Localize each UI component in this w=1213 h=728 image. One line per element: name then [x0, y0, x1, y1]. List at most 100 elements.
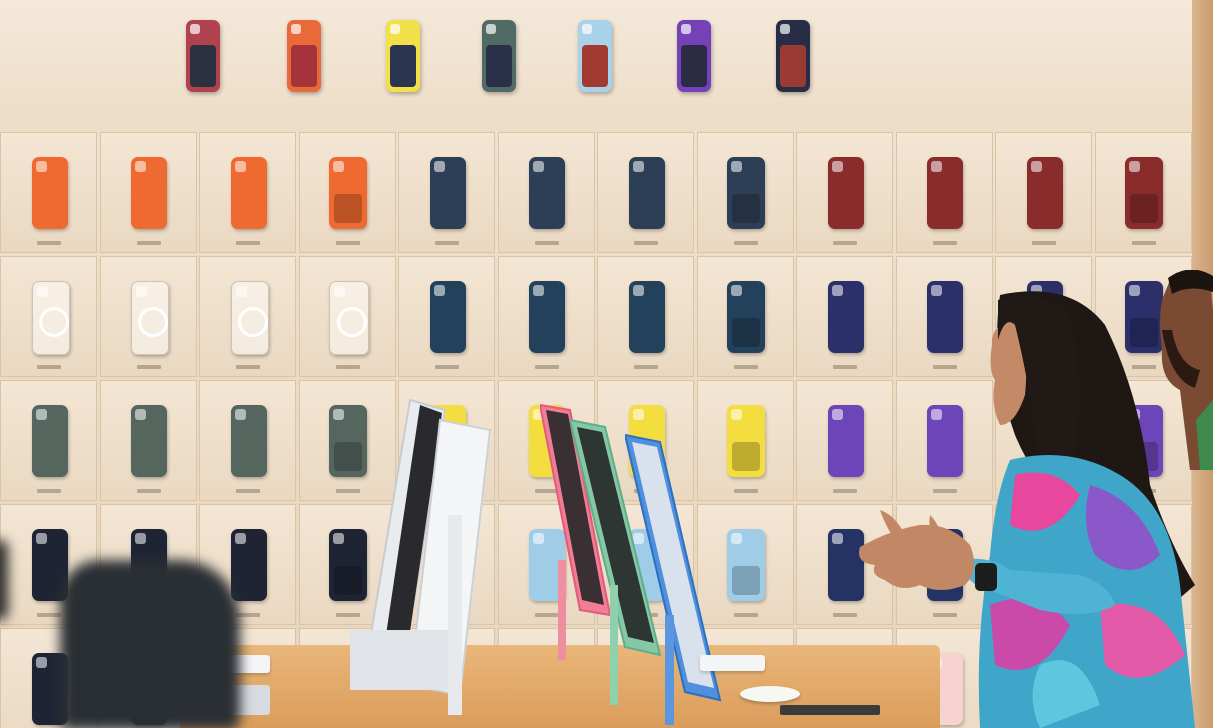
- camera-cutout: [731, 409, 742, 420]
- phone-case: [230, 405, 267, 477]
- camera-cutout: [390, 24, 400, 34]
- display-panel: [696, 132, 794, 253]
- camera-cutout: [35, 409, 47, 420]
- display-panel: [99, 380, 197, 501]
- top-phone-case: [482, 20, 516, 92]
- phone-case: [31, 157, 68, 229]
- phone-case: [131, 281, 169, 355]
- top-phone-case: [287, 20, 321, 92]
- phone-case: [31, 281, 70, 355]
- display-panel: [0, 132, 97, 253]
- price-tag: [37, 241, 61, 245]
- price-tag: [37, 489, 61, 493]
- magsafe-ring: [138, 307, 168, 338]
- wallet: [486, 45, 512, 87]
- camera-cutout: [681, 24, 691, 34]
- price-tag: [236, 365, 260, 369]
- blurred-foreground-camera: [60, 560, 240, 728]
- price-tag: [136, 241, 161, 245]
- phone-case: [529, 157, 565, 229]
- phone-case: [429, 281, 466, 353]
- price-tag: [435, 241, 459, 245]
- wallet: [390, 45, 416, 87]
- top-phone-case: [186, 20, 220, 92]
- display-panel: [99, 256, 197, 377]
- camera-cutout: [931, 161, 942, 172]
- price-tag: [136, 489, 161, 493]
- price-tag: [634, 365, 658, 369]
- wallet: [681, 45, 707, 87]
- price-tag: [236, 241, 260, 245]
- phone-case: [927, 157, 963, 229]
- woman-customer: [859, 291, 1195, 728]
- camera-cutout: [333, 409, 344, 420]
- price-tag: [1032, 241, 1056, 245]
- price-tag: [335, 241, 360, 245]
- display-panel: [199, 132, 296, 253]
- camera-cutout: [333, 533, 344, 544]
- display-panel: [398, 132, 495, 253]
- phone-case: [827, 157, 864, 229]
- phone-case: [1026, 157, 1063, 229]
- display-panel: [696, 256, 794, 377]
- top-phone-case: [386, 20, 420, 92]
- camera-cutout: [35, 657, 47, 668]
- top-display-shelf: [0, 0, 1195, 132]
- price-tag: [534, 365, 559, 369]
- camera-cutout: [234, 409, 246, 420]
- camera-cutout: [1129, 161, 1140, 172]
- phone-case: [131, 405, 167, 477]
- price-tag: [335, 365, 360, 369]
- phone-case: [131, 157, 167, 229]
- wallet: [732, 318, 760, 347]
- wallet: [780, 45, 806, 87]
- wallet: [732, 194, 760, 223]
- camera-cutout: [291, 24, 301, 34]
- wallet: [334, 194, 362, 223]
- display-panel: [199, 256, 296, 377]
- camera-cutout: [35, 161, 47, 172]
- price-tag: [534, 241, 559, 245]
- display-panel: [597, 256, 694, 377]
- display-panel: [99, 132, 197, 253]
- phone-case: [628, 157, 665, 229]
- camera-cutout: [135, 533, 146, 544]
- camera-cutout: [731, 161, 742, 172]
- camera-cutout: [433, 285, 445, 296]
- display-panel: [497, 132, 595, 253]
- display-panel: [0, 256, 97, 377]
- camera-cutout: [234, 533, 246, 544]
- price-tag: [37, 365, 61, 369]
- price-tag: [833, 241, 857, 245]
- camera-cutout: [334, 286, 345, 297]
- camera-cutout: [731, 285, 742, 296]
- camera-cutout: [831, 161, 843, 172]
- store-photo: [0, 0, 1213, 728]
- magsafe-ring: [337, 307, 367, 338]
- phone-case: [628, 281, 665, 353]
- phone-case: [230, 281, 269, 355]
- price-tag: [136, 365, 161, 369]
- wallet: [1130, 194, 1158, 223]
- magsafe-ring: [38, 307, 69, 338]
- display-panel: [895, 132, 993, 253]
- camera-cutout: [486, 24, 496, 34]
- camera-cutout: [333, 161, 344, 172]
- top-phone-case: [677, 20, 711, 92]
- blurred-foreground-edge: [0, 540, 8, 620]
- wallet: [190, 45, 216, 87]
- camera-cutout: [235, 286, 247, 297]
- camera-cutout: [135, 409, 146, 420]
- phone-case: [727, 281, 765, 353]
- display-panel: [199, 380, 296, 501]
- camera-cutout: [135, 161, 146, 172]
- display-panel: [0, 380, 97, 501]
- display-panel: [298, 132, 396, 253]
- price-tag: [435, 365, 459, 369]
- price-tag: [236, 489, 260, 493]
- price-tag: [932, 241, 957, 245]
- phone-case: [1125, 157, 1163, 229]
- phone-case: [529, 281, 565, 353]
- camera-cutout: [234, 161, 246, 172]
- camera-cutout: [1030, 161, 1042, 172]
